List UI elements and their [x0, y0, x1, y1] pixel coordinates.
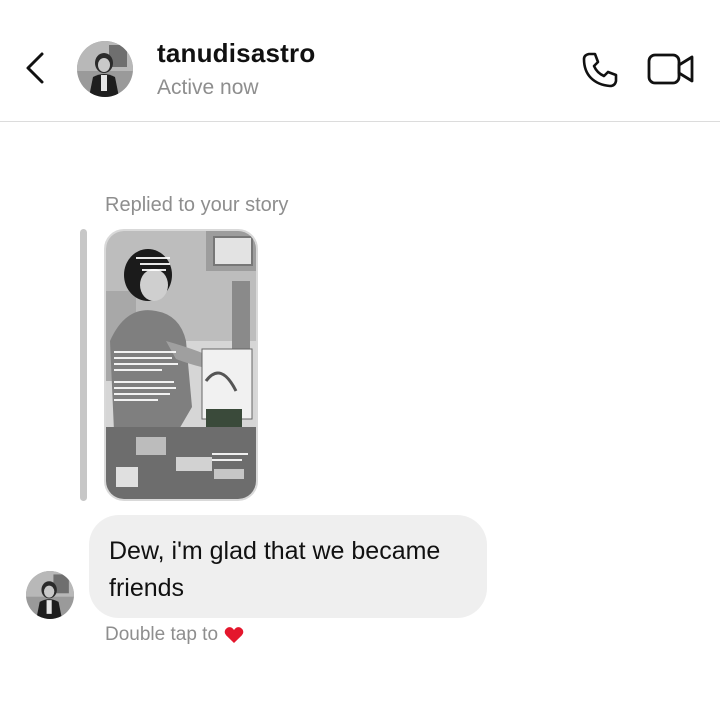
story-image	[106, 231, 256, 499]
message-text: Dew, i'm glad that we became friends	[109, 537, 441, 602]
video-call-button[interactable]	[646, 50, 696, 88]
avatar[interactable]	[77, 41, 133, 97]
audio-call-button[interactable]	[580, 50, 620, 90]
video-camera-icon	[647, 53, 694, 85]
sender-avatar[interactable]	[26, 571, 74, 619]
story-thumbnail[interactable]	[104, 229, 258, 501]
active-status: Active now	[157, 76, 259, 99]
phone-icon	[582, 52, 618, 88]
message-bubble[interactable]: Dew, i'm glad that we became friends	[89, 515, 487, 618]
heart-icon[interactable]	[224, 626, 244, 644]
avatar-image	[26, 571, 74, 619]
avatar-image	[77, 41, 133, 97]
double-tap-hint: Double tap to	[105, 624, 244, 646]
chevron-left-icon	[26, 52, 44, 84]
double-tap-label: Double tap to	[105, 624, 219, 645]
chat-username[interactable]: tanudisastro	[157, 38, 315, 69]
chat-header: tanudisastro Active now	[0, 0, 720, 122]
story-reply-label: Replied to your story	[105, 194, 289, 216]
reply-indicator-bar	[80, 229, 87, 501]
back-button[interactable]	[20, 48, 52, 88]
